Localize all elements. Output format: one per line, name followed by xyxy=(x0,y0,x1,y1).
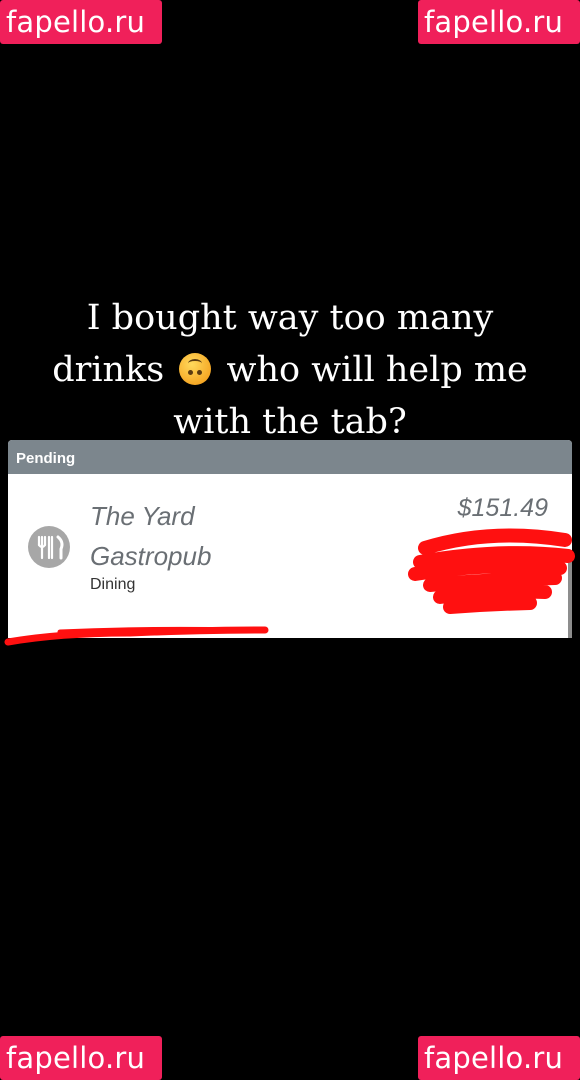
redaction-scribble-right xyxy=(408,528,575,614)
red-redaction-scribbles xyxy=(4,528,575,646)
